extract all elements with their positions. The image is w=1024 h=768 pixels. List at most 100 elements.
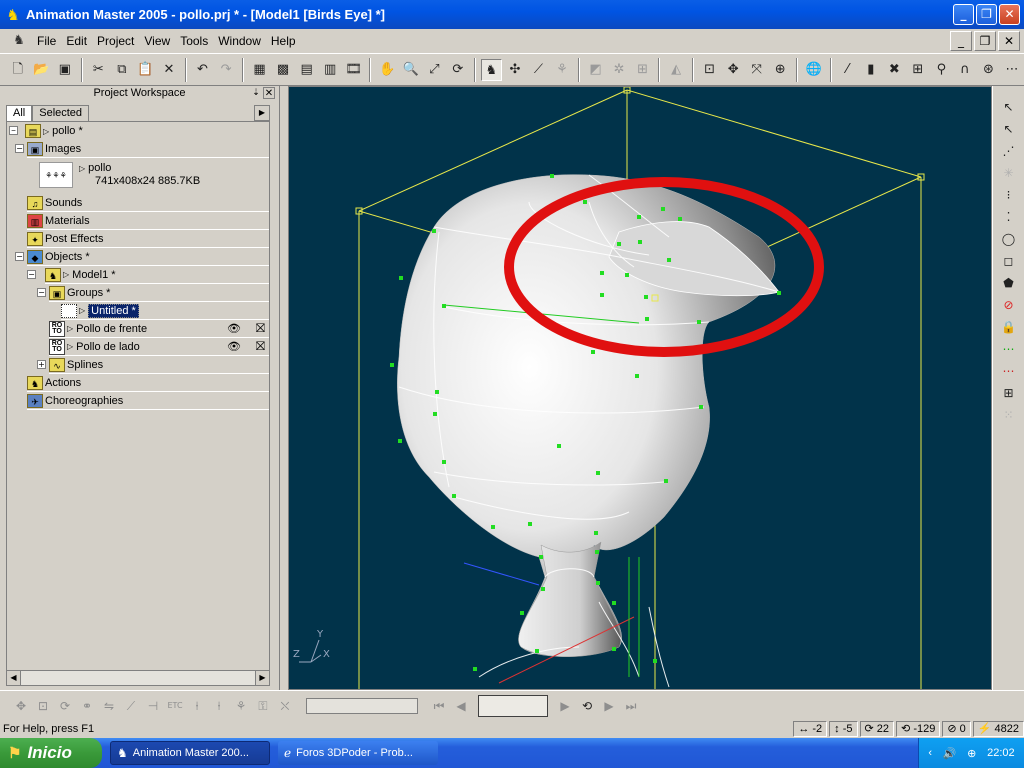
select-mode-icon[interactable]: ⊡ xyxy=(699,59,721,81)
flip-icon[interactable]: ⇋ xyxy=(98,695,120,717)
rotate-icon[interactable]: ⟳ xyxy=(54,695,76,717)
collapse-icon[interactable]: − xyxy=(37,288,46,297)
tree-item-materials[interactable]: ▥ Materials xyxy=(27,212,269,230)
collapse-icon[interactable]: − xyxy=(15,144,24,153)
taskbar-item-animation-master[interactable]: ♞ Animation Master 200... xyxy=(110,741,270,765)
ruler-icon[interactable]: ▮ xyxy=(860,59,882,81)
mdi-close-button[interactable]: ✕ xyxy=(998,31,1020,51)
connect-icon[interactable]: ⁚ xyxy=(999,207,1019,227)
globe-icon[interactable]: 🌐 xyxy=(803,59,825,81)
network-icon[interactable]: ⊕ xyxy=(967,747,976,760)
tree-item-actions[interactable]: ♞ Actions xyxy=(27,374,269,392)
first-frame-icon[interactable]: ⏮ xyxy=(428,695,450,717)
no-icon[interactable]: ⊘ xyxy=(999,295,1019,315)
menu-tools[interactable]: Tools xyxy=(175,34,213,48)
ik-icon[interactable]: ⍿ xyxy=(186,695,208,717)
tree-item-rotoscope-lado[interactable]: RO TO ▷ Pollo de lado 👁 ⛝ xyxy=(49,338,269,356)
expand-icon[interactable]: + xyxy=(37,360,46,369)
cut-icon[interactable]: ✂ xyxy=(88,59,110,81)
disabled-rotoscope-icon[interactable]: ⛝ xyxy=(256,321,265,336)
lathe-icon[interactable]: ◯ xyxy=(999,229,1019,249)
tree-item-untitled-group[interactable]: ▷ Untitled * xyxy=(61,302,269,320)
paint-icon[interactable]: ⬟ xyxy=(999,273,1019,293)
rotate-icon[interactable]: ⊕ xyxy=(769,59,791,81)
animate-icon[interactable]: ✲ xyxy=(608,59,630,81)
menu-project[interactable]: Project xyxy=(92,34,139,48)
menu-view[interactable]: View xyxy=(139,34,175,48)
sphere-icon[interactable]: ⊛ xyxy=(978,59,1000,81)
loop-icon[interactable]: ⟲ xyxy=(576,695,598,717)
prev-frame-icon[interactable]: ◀ xyxy=(450,695,472,717)
new-file-icon[interactable]: 🗋 xyxy=(7,59,29,81)
next-frame-icon[interactable]: ▶ xyxy=(598,695,620,717)
modeling-viewport[interactable]: Y Z X xyxy=(288,86,992,690)
shaded-icon[interactable]: ▤ xyxy=(296,59,318,81)
start-button[interactable]: ⚑ Inicio xyxy=(0,738,102,768)
lock-icon[interactable]: 🔒 xyxy=(999,317,1019,337)
zoom-fit-icon[interactable]: ⤢ xyxy=(424,59,446,81)
frame-input[interactable] xyxy=(478,694,548,717)
play-icon[interactable]: ▶ xyxy=(554,695,576,717)
spline-icon[interactable]: ⁄ xyxy=(837,59,859,81)
taskbar-item-foros[interactable]: ℯ Foros 3DPoder - Prob... xyxy=(278,741,438,765)
timeline-icon[interactable]: ⊞ xyxy=(632,59,654,81)
patch-icon[interactable]: ◻ xyxy=(999,251,1019,271)
action-mode-icon[interactable]: ⚘ xyxy=(551,59,573,81)
tree-item-model1[interactable]: ♞ ▷ Model1 * xyxy=(45,266,269,284)
copy-icon[interactable]: ⧉ xyxy=(111,59,133,81)
close-button[interactable]: ✕ xyxy=(999,4,1020,25)
lasso-icon[interactable]: ⋰ xyxy=(999,141,1019,161)
time-slider[interactable] xyxy=(306,697,418,714)
visibility-eye-icon[interactable]: 👁 xyxy=(227,340,241,353)
collapse-icon[interactable]: − xyxy=(15,252,24,261)
tree-item-post-effects[interactable]: ✦ Post Effects xyxy=(27,230,269,248)
minimize-button[interactable]: _ xyxy=(953,4,974,25)
dots-red-icon[interactable]: ⋯ xyxy=(999,361,1019,381)
pose-icon[interactable]: ⚘ xyxy=(230,695,252,717)
tree-item-images[interactable]: ▣ Images xyxy=(27,140,269,158)
scroll-left-icon[interactable]: ◀ xyxy=(7,671,21,685)
render-mode-icon[interactable]: ▦ xyxy=(249,59,271,81)
ik-handle-icon[interactable]: ⍿ xyxy=(208,695,230,717)
workspace-horizontal-scrollbar[interactable]: ◀ ▶ xyxy=(6,670,270,686)
workspace-close-icon[interactable]: ✕ xyxy=(263,87,275,99)
menu-help[interactable]: Help xyxy=(266,34,301,48)
group-icon[interactable]: ⚭ xyxy=(76,695,98,717)
bones-mode-icon[interactable]: ⟋ xyxy=(528,59,550,81)
etc-icon[interactable]: ETC xyxy=(164,695,186,717)
scale-icon[interactable]: ⊡ xyxy=(32,695,54,717)
render-to-file-icon[interactable]: ▩ xyxy=(272,59,294,81)
delete-icon[interactable]: ✕ xyxy=(158,59,180,81)
pin-icon[interactable]: ⇣ xyxy=(251,87,261,99)
collapse-icon[interactable]: − xyxy=(9,126,18,135)
open-folder-icon[interactable]: 📂 xyxy=(31,59,53,81)
key-icon[interactable]: ⚿ xyxy=(252,695,274,717)
no-key-icon[interactable]: ⛌ xyxy=(274,695,296,717)
restore-button[interactable]: ❐ xyxy=(976,4,997,25)
mdi-minimize-button[interactable]: _ xyxy=(950,31,972,51)
tree-item-project[interactable]: − ▤ ▷ pollo * xyxy=(9,122,83,140)
extrude-icon[interactable]: ✳ xyxy=(999,163,1019,183)
tree-item-choreographies[interactable]: ✈ Choreographies xyxy=(27,392,269,410)
tree-item-rotoscope-frente[interactable]: RO TO ▷ Pollo de frente 👁 ⛝ xyxy=(49,320,269,338)
menu-edit[interactable]: Edit xyxy=(61,34,92,48)
skeletal-mode-icon[interactable]: ♞ xyxy=(480,59,503,81)
collapse-icon[interactable]: − xyxy=(27,270,36,279)
paste-icon[interactable]: 📋 xyxy=(135,59,157,81)
cage-icon[interactable]: ⊞ xyxy=(999,383,1019,403)
translate-icon[interactable]: ✥ xyxy=(722,59,744,81)
wireframe-icon[interactable]: ▥ xyxy=(319,59,341,81)
scroll-right-icon[interactable]: ▶ xyxy=(255,671,269,685)
disabled-rotoscope-icon[interactable]: ⛝ xyxy=(256,339,265,354)
visibility-eye-icon[interactable]: 👁 xyxy=(227,322,241,335)
tree-item-sounds[interactable]: ♫ Sounds xyxy=(27,194,269,212)
dots-green-icon[interactable]: ⋯ xyxy=(999,339,1019,359)
clock[interactable]: 22:02 xyxy=(987,747,1015,759)
scale-icon[interactable]: ⤧ xyxy=(746,59,768,81)
menu-file[interactable]: File xyxy=(32,34,61,48)
undo-icon[interactable]: ↶ xyxy=(192,59,214,81)
magnet-icon[interactable]: ∩ xyxy=(954,59,976,81)
break-spline-icon[interactable]: ⁝ xyxy=(999,185,1019,205)
path-icon[interactable]: ◭ xyxy=(665,59,687,81)
more-tools-icon[interactable]: ⋯ xyxy=(1001,59,1023,81)
